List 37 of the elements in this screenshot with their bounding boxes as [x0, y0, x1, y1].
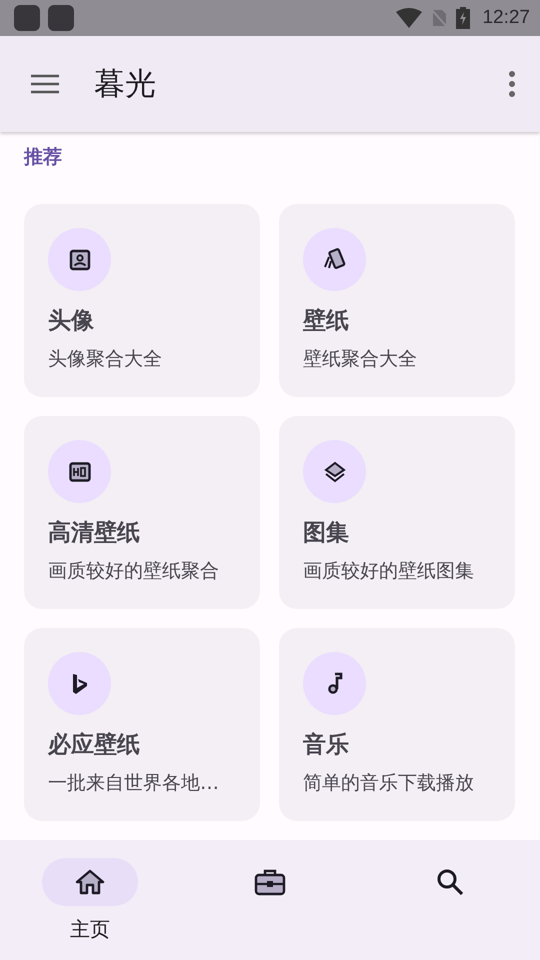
feature-card[interactable]: 必应壁纸 一批来自世界各地… [24, 628, 260, 821]
search-icon [436, 868, 464, 896]
card-title: 高清壁纸 [48, 519, 141, 548]
section-heading: 推荐 [24, 145, 63, 170]
wifi-icon [396, 8, 422, 28]
battery-charging-icon [456, 7, 470, 29]
feature-card[interactable]: 壁纸 壁纸聚合大全 [279, 204, 515, 397]
notification-icon [14, 5, 40, 31]
portrait-icon [68, 248, 90, 270]
bing-logo-icon [70, 672, 88, 694]
feature-card[interactable]: 图集 画质较好的壁纸图集 [279, 416, 515, 609]
card-subtitle: 画质较好的壁纸图集 [303, 559, 475, 584]
cards-icon [322, 248, 348, 272]
layers-icon [324, 460, 346, 482]
music-note-icon [326, 672, 342, 696]
card-subtitle: 壁纸聚合大全 [303, 347, 418, 372]
hd-icon [68, 462, 90, 482]
card-title: 必应壁纸 [48, 731, 141, 760]
card-title: 音乐 [303, 731, 350, 760]
app-title: 暮光 [94, 65, 156, 104]
home-icon [75, 869, 105, 895]
feature-card[interactable]: 头像 头像聚合大全 [24, 204, 260, 397]
card-subtitle: 一批来自世界各地… [48, 771, 220, 796]
menu-icon [30, 74, 60, 94]
card-subtitle: 头像聚合大全 [48, 347, 163, 372]
no-sim-icon [430, 8, 448, 28]
status-time: 12:27 [482, 7, 530, 29]
card-title: 壁纸 [303, 307, 350, 336]
card-title: 头像 [48, 307, 95, 336]
feature-card[interactable]: 高清壁纸 画质较好的壁纸聚合 [24, 416, 260, 609]
briefcase-icon [254, 868, 286, 896]
notification-icon [48, 5, 74, 31]
card-subtitle: 画质较好的壁纸聚合 [48, 559, 220, 584]
card-subtitle: 简单的音乐下载播放 [303, 771, 475, 796]
more-options-icon [508, 71, 516, 97]
feature-card[interactable]: 音乐 简单的音乐下载播放 [279, 628, 515, 821]
card-title: 图集 [303, 519, 350, 548]
